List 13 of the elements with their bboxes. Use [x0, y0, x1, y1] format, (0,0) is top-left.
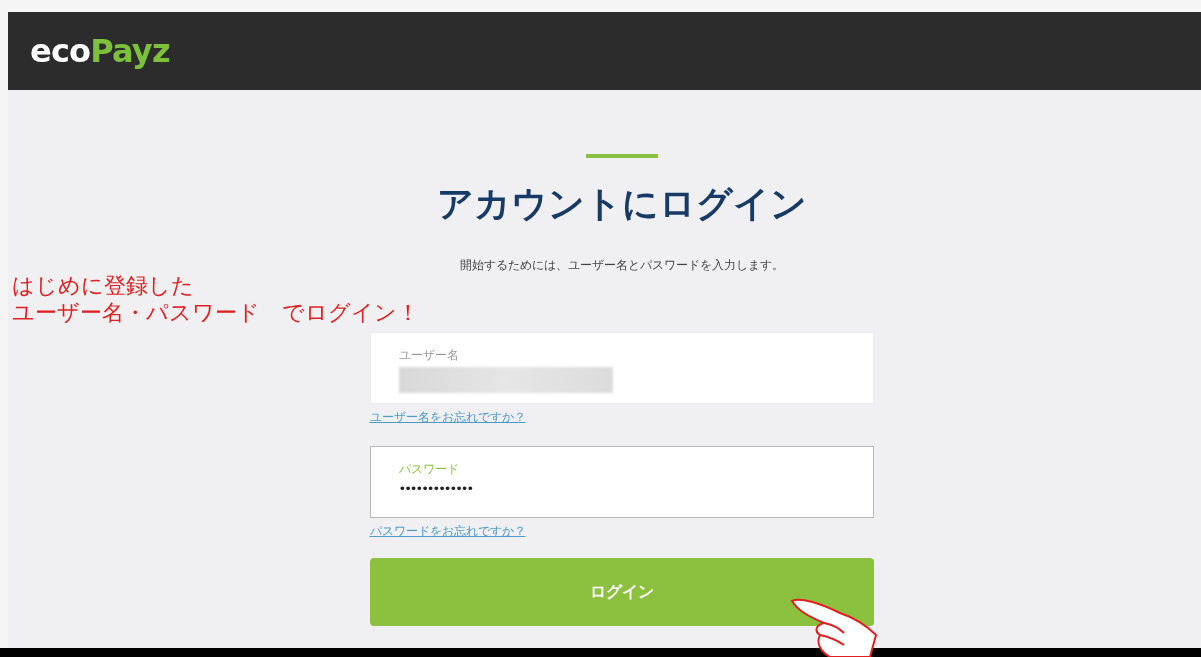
annotation-text: はじめに登録した — [12, 272, 195, 299]
login-button[interactable]: ログイン — [369, 558, 874, 626]
password-field[interactable]: パスワード ••••••••••••• — [369, 446, 874, 518]
field-label: ユーザー名 — [398, 347, 460, 363]
page-title: アカウントにログイン — [436, 186, 807, 222]
logo: ecoPayz — [30, 35, 170, 67]
subtitle: 開始するためには、ユーザー名とパスワードを入力します。 — [459, 257, 784, 274]
username-field[interactable]: ユーザー名 — [369, 332, 874, 404]
forgot-link[interactable]: パスワードをお忘れですか？ — [369, 522, 526, 540]
field-label: パスワード — [398, 461, 460, 477]
annotation-text: ユーザー名・パスワード でログイン！ — [12, 299, 419, 326]
field-value: ••••••••••••• — [398, 480, 474, 498]
forgot-link[interactable]: ユーザー名をお忘れですか？ — [369, 408, 526, 426]
